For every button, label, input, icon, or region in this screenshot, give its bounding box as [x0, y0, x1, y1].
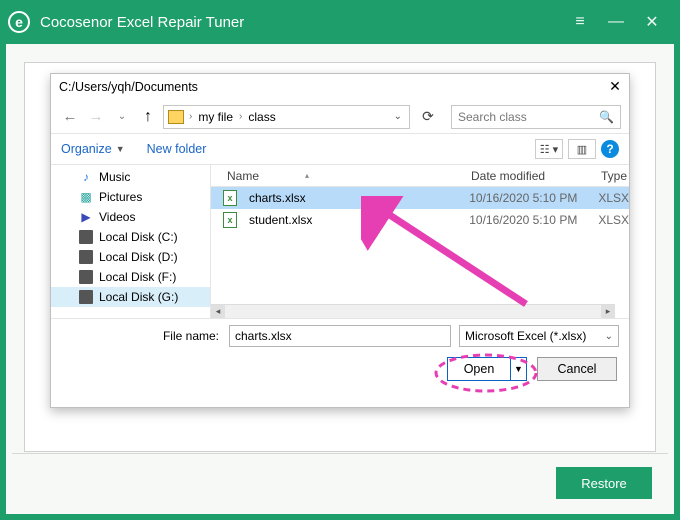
app-titlebar: e Cocosenor Excel Repair Tuner ≡ — ✕ [0, 0, 680, 44]
app-logo-icon: e [8, 11, 30, 33]
address-dropdown-icon[interactable]: ⌄ [391, 111, 405, 122]
folder-tree: ♪ Music ▩ Pictures ▶ Videos Local Disk (… [51, 165, 211, 318]
sidebar-item-pictures[interactable]: ▩ Pictures [51, 187, 210, 207]
restore-button[interactable]: Restore [556, 467, 652, 499]
music-icon: ♪ [79, 170, 93, 184]
chevron-right-icon: › [239, 111, 242, 122]
filename-row: File name: Microsoft Excel (*.xlsx)⌄ [51, 319, 629, 353]
disk-icon [79, 250, 93, 264]
app-title: Cocosenor Excel Repair Tuner [40, 14, 562, 31]
refresh-button[interactable]: ⟳ [417, 106, 439, 128]
sidebar-item-disk-c[interactable]: Local Disk (C:) [51, 227, 210, 247]
chevron-down-icon: ▼ [116, 144, 125, 154]
open-button[interactable]: Open ▼ [447, 357, 527, 381]
chevron-down-icon: ⌄ [605, 331, 613, 342]
file-open-dialog: C:/Users/yqh/Documents ✕ ← → ⌄ ↑ › my fi… [50, 73, 630, 408]
search-icon: 🔍 [599, 110, 614, 124]
scroll-right-button[interactable]: ▸ [601, 305, 615, 319]
pictures-icon: ▩ [79, 190, 93, 204]
filetype-dropdown[interactable]: Microsoft Excel (*.xlsx)⌄ [459, 325, 619, 347]
sidebar-item-label: Local Disk (C:) [99, 230, 178, 244]
breadcrumb-item[interactable]: my file [195, 109, 236, 125]
app-body: C:/Users/yqh/Documents ✕ ← → ⌄ ↑ › my fi… [0, 44, 680, 520]
sidebar-item-label: Local Disk (F:) [99, 270, 176, 284]
file-date: 10/16/2020 5:10 PM [469, 191, 598, 205]
search-input[interactable]: Search class 🔍 [451, 105, 621, 129]
file-list-header: Name ▴ Date modified Type [211, 165, 629, 187]
view-mode-button[interactable]: ☷ ▾ [535, 139, 563, 159]
dialog-toolbar: Organize▼ New folder ☷ ▾ ▥ ? [51, 134, 629, 164]
cancel-button[interactable]: Cancel [537, 357, 617, 381]
scroll-left-button[interactable]: ◂ [211, 305, 225, 319]
file-list: Name ▴ Date modified Type x charts.xlsx … [211, 165, 629, 318]
window-menu-icon[interactable]: ≡ [562, 7, 598, 37]
file-type: XLSX [598, 213, 629, 227]
xlsx-file-icon: x [223, 190, 237, 206]
window-minimize-button[interactable]: — [598, 7, 634, 37]
preview-pane-button[interactable]: ▥ [568, 139, 596, 159]
sidebar-item-videos[interactable]: ▶ Videos [51, 207, 210, 227]
file-name: student.xlsx [249, 213, 312, 227]
filename-label: File name: [61, 329, 221, 343]
nav-forward-button[interactable]: → [85, 106, 107, 128]
organize-menu[interactable]: Organize▼ [61, 142, 125, 156]
horizontal-scrollbar[interactable]: ◂ ▸ [211, 304, 615, 318]
sidebar-item-disk-f[interactable]: Local Disk (F:) [51, 267, 210, 287]
column-header-name[interactable]: Name ▴ [211, 169, 471, 183]
dialog-close-button[interactable]: ✕ [605, 76, 625, 96]
sidebar-item-music[interactable]: ♪ Music [51, 167, 210, 187]
search-placeholder: Search class [458, 110, 527, 124]
column-header-date[interactable]: Date modified [471, 169, 601, 183]
address-bar[interactable]: › my file › class ⌄ [163, 105, 410, 129]
chevron-right-icon: › [189, 111, 192, 122]
xlsx-file-icon: x [223, 212, 237, 228]
file-type: XLSX [598, 191, 629, 205]
disk-icon [79, 230, 93, 244]
file-row[interactable]: x student.xlsx 10/16/2020 5:10 PM XLSX [211, 209, 629, 231]
disk-icon [79, 270, 93, 284]
sidebar-item-label: Local Disk (G:) [99, 290, 178, 304]
open-dropdown-arrow-icon[interactable]: ▼ [510, 358, 526, 380]
videos-icon: ▶ [79, 210, 93, 224]
dialog-nav-bar: ← → ⌄ ↑ › my file › class ⌄ ⟳ Search cla… [51, 100, 629, 134]
dialog-main: ♪ Music ▩ Pictures ▶ Videos Local Disk (… [51, 164, 629, 319]
nav-up-button[interactable]: ↑ [137, 106, 159, 128]
filename-input[interactable] [229, 325, 451, 347]
inner-panel: C:/Users/yqh/Documents ✕ ← → ⌄ ↑ › my fi… [24, 62, 656, 452]
window-close-button[interactable]: ✕ [634, 7, 670, 37]
new-folder-button[interactable]: New folder [147, 142, 207, 156]
file-name: charts.xlsx [249, 191, 306, 205]
sort-indicator-icon: ▴ [305, 171, 309, 180]
divider [12, 453, 668, 454]
column-header-type[interactable]: Type [601, 169, 629, 183]
dialog-title: C:/Users/yqh/Documents ✕ [51, 74, 629, 100]
help-button[interactable]: ? [601, 140, 619, 158]
sidebar-item-disk-d[interactable]: Local Disk (D:) [51, 247, 210, 267]
disk-icon [79, 290, 93, 304]
sidebar-item-label: Music [99, 170, 130, 184]
nav-recent-dropdown[interactable]: ⌄ [111, 106, 133, 128]
sidebar-item-label: Pictures [99, 190, 142, 204]
folder-icon [168, 110, 184, 124]
sidebar-item-label: Local Disk (D:) [99, 250, 178, 264]
nav-back-button[interactable]: ← [59, 106, 81, 128]
breadcrumb-item[interactable]: class [245, 109, 278, 125]
file-date: 10/16/2020 5:10 PM [469, 213, 598, 227]
sidebar-item-disk-g[interactable]: Local Disk (G:) [51, 287, 210, 307]
sidebar-item-label: Videos [99, 210, 135, 224]
dialog-actions: Open ▼ Cancel [51, 353, 629, 397]
file-row[interactable]: x charts.xlsx 10/16/2020 5:10 PM XLSX [211, 187, 629, 209]
